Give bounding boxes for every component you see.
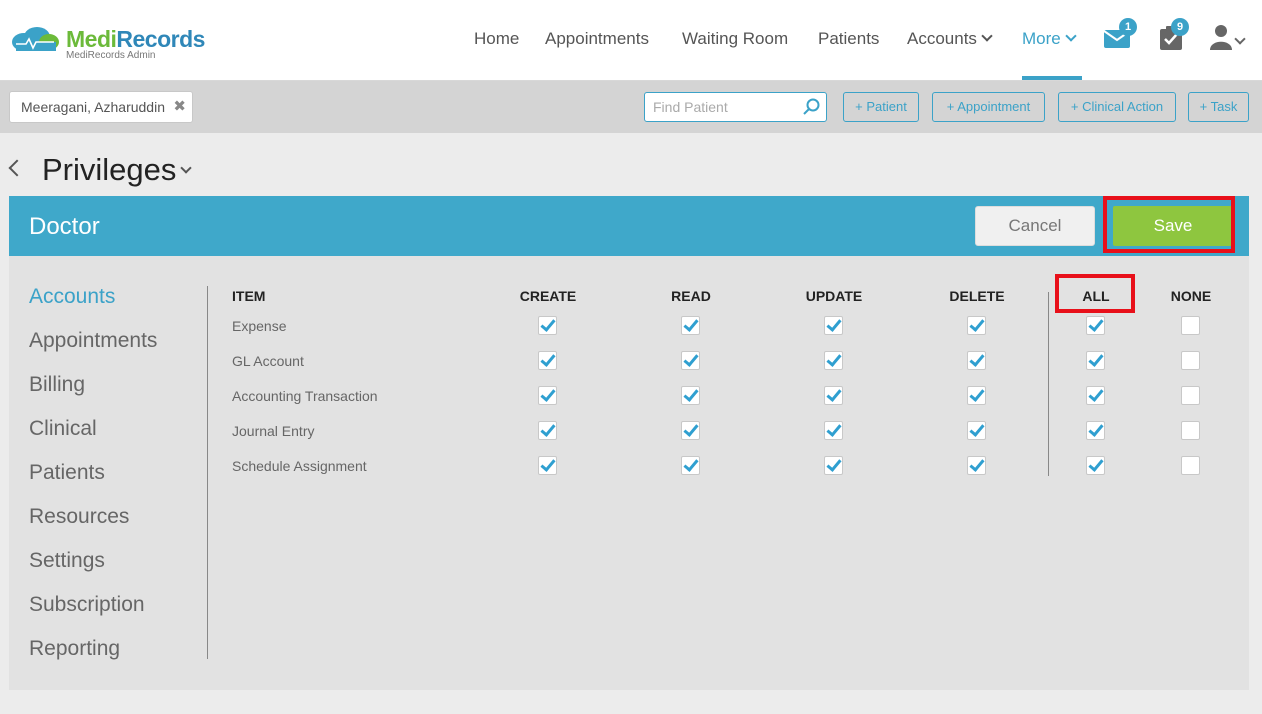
sidebar-item-reporting[interactable]: Reporting	[29, 637, 120, 661]
nav-more[interactable]: More	[1022, 29, 1077, 49]
mail-count-badge: 1	[1119, 18, 1137, 36]
update-checkbox[interactable]	[824, 316, 843, 335]
nav-waiting-room[interactable]: Waiting Room	[682, 29, 788, 49]
active-nav-indicator	[1022, 76, 1082, 80]
table-row-label: Schedule Assignment	[232, 458, 367, 474]
tasks-button[interactable]: 9	[1159, 18, 1189, 55]
update-checkbox[interactable]	[824, 456, 843, 475]
create-checkbox[interactable]	[538, 421, 557, 440]
add-patient-button[interactable]: + Patient	[843, 92, 919, 122]
find-patient-box	[644, 92, 827, 122]
nav-more-label: More	[1022, 29, 1061, 48]
nav-patients[interactable]: Patients	[818, 29, 879, 49]
user-icon	[1210, 25, 1232, 50]
sidebar-item-settings[interactable]: Settings	[29, 549, 105, 573]
column-header-item: ITEM	[232, 288, 266, 304]
brand-name-records: Records	[116, 26, 205, 52]
search-icon[interactable]	[803, 98, 821, 116]
create-checkbox[interactable]	[538, 456, 557, 475]
none-checkbox[interactable]	[1181, 421, 1200, 440]
none-checkbox[interactable]	[1181, 316, 1200, 335]
add-task-button[interactable]: + Task	[1188, 92, 1249, 122]
save-highlight-box	[1103, 196, 1235, 253]
sidebar-item-appointments[interactable]: Appointments	[29, 329, 157, 353]
nav-home[interactable]: Home	[474, 29, 519, 49]
sidebar-item-resources[interactable]: Resources	[29, 505, 129, 529]
cancel-button[interactable]: Cancel	[975, 206, 1095, 246]
sidebar-item-accounts[interactable]: Accounts	[29, 285, 115, 309]
brand-name-medi: Medi	[66, 26, 117, 52]
read-checkbox[interactable]	[681, 351, 700, 370]
all-checkbox[interactable]	[1086, 456, 1105, 475]
create-checkbox[interactable]	[538, 351, 557, 370]
read-checkbox[interactable]	[681, 386, 700, 405]
update-checkbox[interactable]	[824, 351, 843, 370]
read-checkbox[interactable]	[681, 316, 700, 335]
table-row-label: Journal Entry	[232, 423, 315, 439]
chevron-down-icon	[1065, 30, 1077, 42]
sidebar-divider	[207, 286, 208, 659]
update-checkbox[interactable]	[824, 421, 843, 440]
table-row-label: Accounting Transaction	[232, 388, 378, 404]
close-icon[interactable]: ✖	[173, 92, 186, 122]
all-checkbox[interactable]	[1086, 351, 1105, 370]
chevron-down-icon[interactable]	[180, 162, 192, 174]
none-checkbox[interactable]	[1181, 386, 1200, 405]
sidebar-item-subscription[interactable]: Subscription	[29, 593, 145, 617]
all-column-divider	[1048, 292, 1049, 476]
delete-checkbox[interactable]	[967, 421, 986, 440]
create-checkbox[interactable]	[538, 386, 557, 405]
page-title: Privileges	[42, 152, 177, 187]
back-chevron-icon[interactable]	[8, 159, 26, 177]
column-header-update: UPDATE	[805, 288, 863, 304]
all-checkbox[interactable]	[1086, 421, 1105, 440]
delete-checkbox[interactable]	[967, 351, 986, 370]
medirecords-logo[interactable]: MediRecords MediRecords Admin	[10, 22, 220, 64]
add-clinical-action-button[interactable]: + Clinical Action	[1058, 92, 1176, 122]
top-navbar: MediRecords MediRecords Admin Home Appoi…	[0, 0, 1262, 81]
table-row-label: Expense	[232, 318, 287, 334]
delete-checkbox[interactable]	[967, 456, 986, 475]
nav-appointments[interactable]: Appointments	[545, 29, 649, 49]
none-checkbox[interactable]	[1181, 456, 1200, 475]
brand-subtitle: MediRecords Admin	[66, 50, 156, 61]
user-menu-button[interactable]	[1210, 24, 1246, 55]
delete-checkbox[interactable]	[967, 316, 986, 335]
read-checkbox[interactable]	[681, 456, 700, 475]
nav-accounts-label: Accounts	[907, 29, 977, 48]
role-header: Doctor Cancel Save	[9, 196, 1249, 256]
table-row-label: GL Account	[232, 353, 304, 369]
patient-toolbar: Meeragani, Azharuddin ✖ + Patient + Appo…	[0, 81, 1262, 133]
tasks-count-badge: 9	[1171, 18, 1189, 36]
column-header-none: NONE	[1170, 288, 1212, 304]
column-header-delete: DELETE	[949, 288, 1005, 304]
update-checkbox[interactable]	[824, 386, 843, 405]
find-patient-input[interactable]	[645, 93, 795, 121]
column-header-read: READ	[671, 288, 711, 304]
delete-checkbox[interactable]	[967, 386, 986, 405]
privileges-panel: Accounts Appointments Billing Clinical P…	[9, 256, 1249, 690]
create-checkbox[interactable]	[538, 316, 557, 335]
sidebar-item-billing[interactable]: Billing	[29, 373, 85, 397]
brand-name: MediRecords	[66, 26, 205, 53]
column-header-create: CREATE	[519, 288, 577, 304]
read-checkbox[interactable]	[681, 421, 700, 440]
role-name: Doctor	[29, 213, 100, 240]
sidebar-item-patients[interactable]: Patients	[29, 461, 105, 485]
add-appointment-button[interactable]: + Appointment	[932, 92, 1045, 122]
mail-button[interactable]: 1	[1103, 18, 1137, 53]
chevron-down-icon	[1234, 33, 1246, 45]
all-checkbox[interactable]	[1086, 316, 1105, 335]
selected-patient-chip[interactable]: Meeragani, Azharuddin ✖	[9, 91, 193, 123]
sidebar-item-clinical[interactable]: Clinical	[29, 417, 97, 441]
patient-chip-label: Meeragani, Azharuddin	[21, 99, 165, 115]
none-checkbox[interactable]	[1181, 351, 1200, 370]
all-column-highlight-box	[1055, 274, 1135, 313]
all-checkbox[interactable]	[1086, 386, 1105, 405]
cloud-logo-icon	[12, 27, 59, 51]
nav-accounts[interactable]: Accounts	[907, 29, 993, 49]
chevron-down-icon	[981, 30, 993, 42]
